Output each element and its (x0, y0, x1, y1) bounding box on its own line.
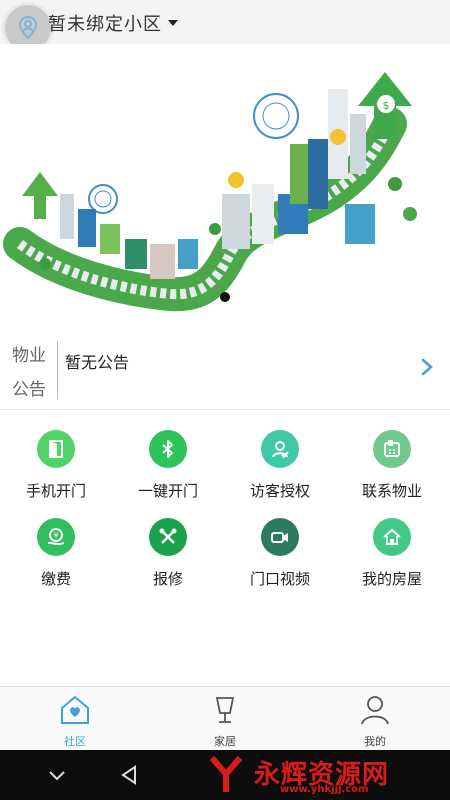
bottom-tab-bar: 社区 家居 我的 (0, 686, 450, 751)
tab-label: 社区 (64, 735, 86, 748)
door-icon (37, 430, 75, 468)
service-label: 联系物业 (361, 482, 422, 500)
notice-label-line1: 物业 (12, 346, 46, 366)
caret-down-icon (168, 20, 178, 26)
watermark-logo (209, 756, 243, 792)
service-label: 一键开门 (137, 482, 198, 500)
tab-home-furnishing[interactable]: 家居 (150, 687, 300, 751)
notice-label: 物业 公告 (10, 339, 48, 407)
tab-label: 家居 (214, 735, 236, 748)
divider (57, 341, 58, 399)
location-pin-icon (18, 15, 38, 40)
service-label: 手机开门 (25, 482, 86, 500)
tab-community[interactable]: 社区 (0, 687, 150, 751)
service-label: 缴费 (40, 570, 71, 588)
house-icon (373, 518, 411, 556)
service-label: 访客授权 (249, 482, 310, 500)
community-name: 暂未绑定小区 (48, 14, 162, 35)
service-label: 报修 (152, 570, 183, 588)
home-heart-icon (61, 695, 89, 724)
phone-icon (373, 430, 411, 468)
visitor-icon (261, 430, 299, 468)
banner-illustration: $ (0, 44, 450, 329)
service-label: 门口视频 (249, 570, 310, 588)
notice-label-line2: 公告 (12, 380, 46, 400)
service-visitor-auth[interactable]: 访客授权 (224, 420, 336, 508)
service-my-house[interactable]: 我的房屋 (336, 508, 448, 596)
service-phone-unlock[interactable]: 手机开门 (0, 420, 112, 508)
chevron-right-icon[interactable] (418, 357, 436, 377)
bluetooth-icon (149, 430, 187, 468)
user-icon (361, 696, 389, 725)
community-selector[interactable]: 暂未绑定小区 (48, 10, 178, 36)
service-payment[interactable]: ¥ 缴费 (0, 508, 112, 596)
service-one-key-unlock[interactable]: 一键开门 (112, 420, 224, 508)
service-repair[interactable]: 报修 (112, 508, 224, 596)
repair-tools-icon (149, 518, 187, 556)
tab-label: 我的 (364, 735, 386, 748)
video-camera-icon (261, 518, 299, 556)
tab-mine[interactable]: 我的 (300, 687, 450, 751)
service-label: 我的房屋 (361, 570, 422, 588)
top-bar: 暂未绑定小区 (0, 0, 450, 54)
lamp-icon (215, 697, 235, 723)
svg-text:¥: ¥ (53, 531, 58, 540)
chevron-down-icon[interactable] (44, 762, 70, 788)
payment-icon: ¥ (37, 518, 75, 556)
service-door-video[interactable]: 门口视频 (224, 508, 336, 596)
watermark-url: www.yhkjjj.com (280, 784, 369, 795)
back-triangle-icon[interactable] (116, 762, 142, 788)
svg-text:$: $ (383, 99, 390, 112)
property-notice[interactable]: 物业 公告 暂无公告 (0, 329, 450, 410)
service-contact-property[interactable]: 联系物业 (336, 420, 448, 508)
notice-text: 暂无公告 (65, 353, 130, 372)
